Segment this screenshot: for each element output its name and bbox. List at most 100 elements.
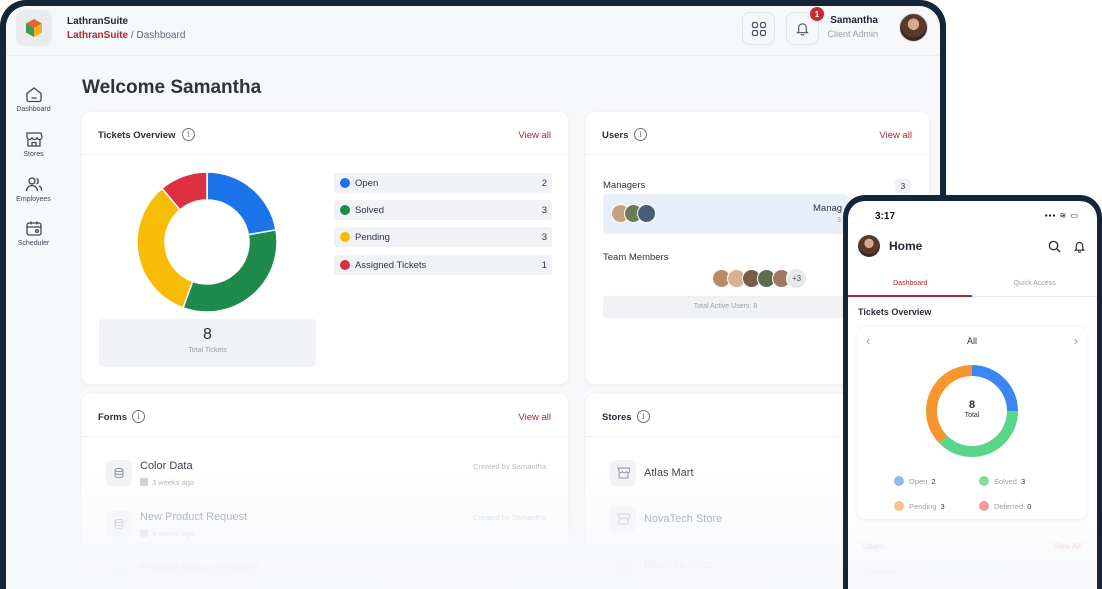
form-row[interactable]: Product Return Request xyxy=(106,560,546,589)
breadcrumb-separator: / xyxy=(130,30,134,41)
legend-count: 3 xyxy=(940,502,945,511)
app-logo[interactable] xyxy=(16,10,52,46)
phone-legend-item: Solved 3 xyxy=(979,476,1025,486)
legend-label: Pending xyxy=(909,502,937,511)
more-members-chip[interactable]: +3 xyxy=(786,268,807,289)
tab-dashboard[interactable]: Dashboard xyxy=(848,280,973,287)
phone-tickets-card: ‹ All › 8 Total Open 2 Solved 3 Pending 3 Defe… xyxy=(858,327,1086,519)
bell-icon[interactable] xyxy=(1073,240,1086,253)
managers-count: 3 xyxy=(895,179,911,193)
notification-badge: 1 xyxy=(810,7,824,21)
card-title: Tickets Overview xyxy=(98,130,176,141)
phone-screen: 3:17 ▪▪▪ ≋ ▭ Home Dashboard Quick Access… xyxy=(848,201,1097,589)
phone-legend-item: Pending 3 xyxy=(894,501,945,511)
sidebar: Dashboard Stores Employees Scheduler xyxy=(6,56,61,589)
total-tickets-value: 8 xyxy=(203,326,212,343)
store-name: Atlas Mart xyxy=(644,467,694,479)
team-members-label: Team Members xyxy=(603,252,669,263)
desktop-screen: LathranSuite LathranSuite / Dashboard 1 … xyxy=(6,6,940,589)
phone-section-title: Tickets Overview xyxy=(858,307,932,317)
legend-count: 2 xyxy=(931,477,936,486)
notifications-button[interactable]: 1 xyxy=(786,7,824,45)
managers-box[interactable]: Manag 3 xyxy=(603,194,848,234)
legend-label: Open xyxy=(355,178,379,189)
phone-time: 3:17 xyxy=(875,211,896,222)
legend-row[interactable]: Open 2 xyxy=(334,173,552,193)
phone-legend-item: Deferred 0 xyxy=(979,501,1031,511)
sidebar-item-employees[interactable]: Employees xyxy=(6,176,61,203)
active-tab-indicator xyxy=(848,295,972,297)
info-icon[interactable]: i xyxy=(132,410,145,423)
phone-total-label: Total xyxy=(964,412,980,419)
sidebar-item-dashboard[interactable]: Dashboard xyxy=(6,86,61,113)
card-header: Tickets Overview i View all xyxy=(82,112,568,155)
breadcrumb-root[interactable]: LathranSuite xyxy=(67,30,128,41)
forms-view-all-link[interactable]: View all xyxy=(518,412,551,423)
apps-grid-button[interactable] xyxy=(742,12,775,45)
chevron-right-icon[interactable]: › xyxy=(1074,333,1078,348)
form-meta: 3 weeks ago xyxy=(140,478,194,487)
info-icon[interactable]: i xyxy=(634,128,647,141)
calendar-icon xyxy=(25,221,42,236)
donut-slice-solved[interactable] xyxy=(182,228,278,313)
card-header: Forms i View all xyxy=(82,394,568,437)
users-icon xyxy=(25,177,42,192)
managers-box-sub: 3 xyxy=(837,217,841,224)
store-row[interactable]: NovaTech Store xyxy=(610,506,870,536)
legend-dot xyxy=(340,205,350,215)
sidebar-item-scheduler[interactable]: Scheduler xyxy=(6,220,61,247)
search-icon[interactable] xyxy=(1048,240,1061,253)
phone-filter-label: All xyxy=(966,336,977,346)
phone-status-icons: ▪▪▪ ≋ ▭ xyxy=(1044,211,1079,220)
total-tickets-box: 8 Total Tickets xyxy=(99,319,316,367)
sidebar-item-label: Scheduler xyxy=(17,240,50,247)
card-title: Stores xyxy=(602,412,632,423)
legend-row[interactable]: Solved 3 xyxy=(334,200,552,220)
legend-row[interactable]: Assigned Tickets 1 xyxy=(334,255,552,275)
info-icon[interactable]: i xyxy=(637,410,650,423)
phone-tabs: Dashboard Quick Access xyxy=(848,271,1097,297)
total-active-users: Total Active Users: 8 xyxy=(603,296,848,318)
sidebar-item-stores[interactable]: Stores xyxy=(6,131,61,158)
legend-count: 0 xyxy=(1027,502,1032,511)
bell-icon xyxy=(796,23,809,36)
form-row[interactable]: Color Data 3 weeks ago Created by Samant… xyxy=(106,458,546,498)
phone-managers-label: Managers xyxy=(863,567,899,576)
store-name: BlueSky Shop xyxy=(644,559,714,571)
store-icon xyxy=(610,552,636,578)
legend-row[interactable]: Pending 3 xyxy=(334,227,552,247)
legend-dot xyxy=(979,476,989,486)
user-avatar[interactable] xyxy=(899,13,928,42)
donut-slice-open[interactable] xyxy=(206,171,277,236)
store-row[interactable]: Atlas Mart xyxy=(610,460,870,490)
form-row[interactable]: New Product Request 4 weeks ago Created … xyxy=(106,509,546,549)
tickets-view-all-link[interactable]: View all xyxy=(518,130,551,141)
phone-title: Home xyxy=(889,239,923,253)
tab-quick-access[interactable]: Quick Access xyxy=(973,280,1098,287)
legend-count: 1 xyxy=(541,260,547,271)
store-row[interactable]: BlueSky Shop xyxy=(610,552,870,582)
legend-label: Pending xyxy=(355,232,390,243)
cube-logo-icon xyxy=(26,19,42,37)
page-title: Welcome Samantha xyxy=(82,77,262,98)
tickets-overview-card: Tickets Overview i View all Open 2 Solved 3… xyxy=(82,112,568,384)
form-meta: 4 weeks ago xyxy=(140,529,194,538)
database-icon xyxy=(106,562,132,588)
breadcrumb-current: Dashboard xyxy=(136,30,186,41)
store-icon xyxy=(610,460,636,486)
legend-dot xyxy=(340,232,350,242)
users-view-all-link[interactable]: View all xyxy=(879,130,912,141)
phone-users-view-all[interactable]: View All xyxy=(1053,542,1081,551)
total-tickets-label: Total Tickets xyxy=(188,347,227,354)
phone-managers-count: 3 xyxy=(920,567,925,576)
desktop-frame: LathranSuite LathranSuite / Dashboard 1 … xyxy=(0,0,946,589)
forms-card: Forms i View all Color Data 3 weeks ago … xyxy=(82,394,568,589)
phone-user-avatar[interactable] xyxy=(858,235,880,257)
sidebar-item-label: Stores xyxy=(23,151,44,158)
info-icon[interactable]: i xyxy=(182,128,195,141)
user-name: Samantha xyxy=(830,15,878,26)
stage: LathranSuite LathranSuite / Dashboard 1 … xyxy=(0,0,1102,589)
legend-label: Solved xyxy=(355,205,385,216)
manager-avatar xyxy=(637,204,656,223)
phone-total-value: 8 xyxy=(968,399,976,411)
